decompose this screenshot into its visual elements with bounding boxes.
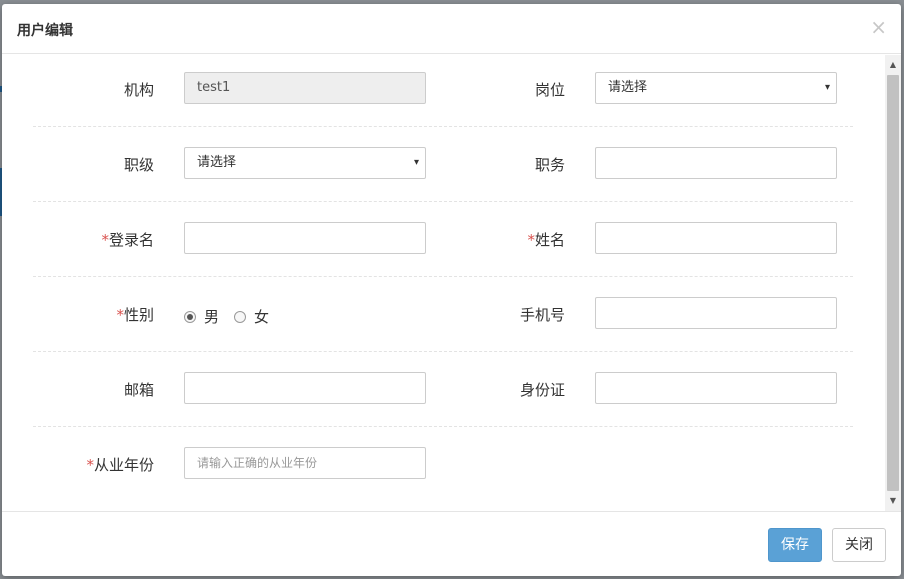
- scroll-down-icon[interactable]: ▼: [885, 493, 901, 509]
- name-input[interactable]: [595, 222, 837, 254]
- duty-label: 职务: [534, 156, 565, 174]
- row-divider: [33, 351, 853, 352]
- post-select[interactable]: 请选择 ▾: [595, 72, 837, 104]
- years-input[interactable]: 请输入正确的从业年份: [184, 447, 426, 479]
- rank-label: 职级: [123, 156, 154, 174]
- gender-female-radio[interactable]: [234, 311, 246, 323]
- chevron-down-icon: ▾: [413, 157, 419, 168]
- login-name-input[interactable]: [184, 222, 426, 254]
- dialog-title: 用户编辑: [17, 23, 73, 39]
- scroll-thumb[interactable]: [887, 75, 899, 491]
- login-name-label: *登录名: [101, 231, 154, 249]
- row-divider: [33, 276, 853, 277]
- save-button[interactable]: 保存: [768, 528, 822, 562]
- org-field: test1: [184, 72, 426, 104]
- required-mark: *: [101, 231, 109, 249]
- post-label: 岗位: [534, 81, 565, 99]
- user-edit-dialog: 用户编辑 × 机构 test1 岗位 请选择 ▾ 职级 请选择 ▾ 职务 *登录…: [2, 4, 901, 576]
- required-mark: *: [86, 456, 94, 474]
- gender-male-label[interactable]: 男: [204, 306, 219, 327]
- scrollbar[interactable]: ▲ ▼: [885, 55, 901, 511]
- duty-input[interactable]: [595, 147, 837, 179]
- idcard-input[interactable]: [595, 372, 837, 404]
- email-input[interactable]: [184, 372, 426, 404]
- rank-select[interactable]: 请选择 ▾: [184, 147, 426, 179]
- gender-female-label[interactable]: 女: [254, 306, 269, 327]
- gender-label: *性别: [116, 306, 154, 324]
- scroll-up-icon[interactable]: ▲: [885, 57, 901, 73]
- gender-male-radio[interactable]: [184, 311, 196, 323]
- org-label: 机构: [123, 81, 154, 99]
- required-mark: *: [527, 231, 535, 249]
- row-divider: [33, 426, 853, 427]
- dialog-header: 用户编辑 ×: [2, 4, 901, 54]
- dialog-footer: 保存 关闭: [2, 511, 901, 576]
- close-icon[interactable]: ×: [870, 17, 887, 37]
- phone-input[interactable]: [595, 297, 837, 329]
- dialog-body: 机构 test1 岗位 请选择 ▾ 职级 请选择 ▾ 职务 *登录名 *姓名 *…: [2, 55, 885, 511]
- idcard-label: 身份证: [519, 381, 565, 399]
- years-label: *从业年份: [86, 456, 154, 474]
- row-divider: [33, 126, 853, 127]
- name-label: *姓名: [527, 231, 565, 249]
- phone-label: 手机号: [519, 306, 565, 324]
- email-label: 邮箱: [123, 381, 154, 399]
- row-divider: [33, 201, 853, 202]
- required-mark: *: [116, 306, 124, 324]
- chevron-down-icon: ▾: [824, 82, 830, 93]
- close-button[interactable]: 关闭: [832, 528, 886, 562]
